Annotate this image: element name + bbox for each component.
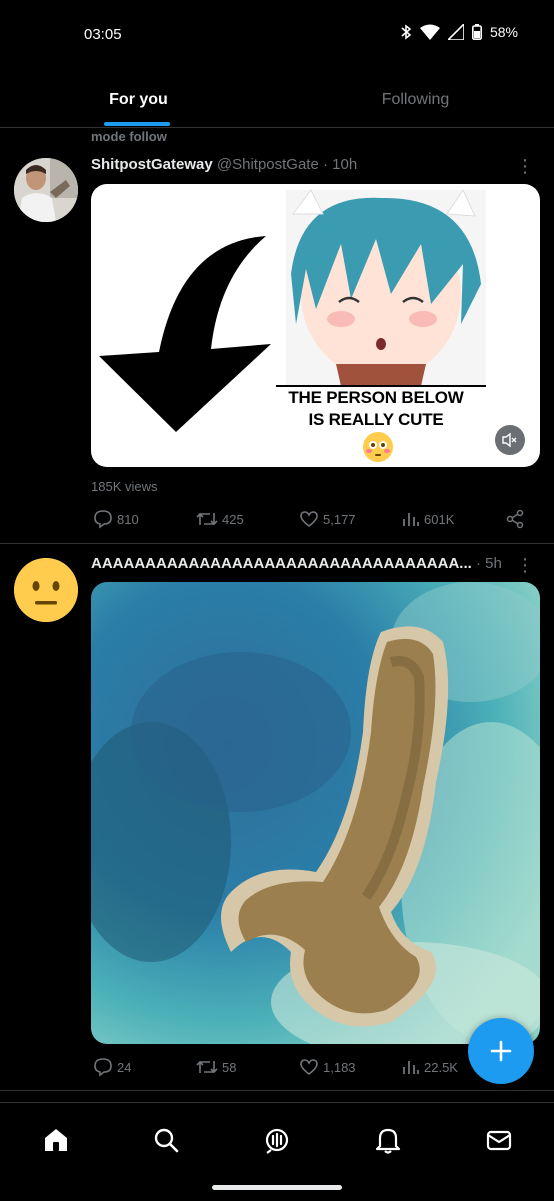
- repost-count: 425: [222, 511, 244, 527]
- status-time: 03:05: [84, 26, 122, 43]
- post[interactable]: AAAAAAAAAAAAAAAAAAAAAAAAAAAAAAAAAA... · …: [0, 544, 554, 1091]
- reply-button[interactable]: 810: [93, 509, 139, 529]
- neutral-face-emoji-icon: [14, 558, 78, 622]
- avatar[interactable]: [14, 158, 78, 222]
- meme-caption-line: THE PERSON BELOW: [288, 388, 464, 407]
- author-name[interactable]: AAAAAAAAAAAAAAAAAAAAAAAAAAAAAAAAAA...: [91, 555, 472, 572]
- like-count: 1,183: [323, 1059, 356, 1075]
- view-count: 185K views: [91, 479, 158, 494]
- gesture-bar: [212, 1185, 342, 1190]
- reply-count: 810: [117, 511, 139, 527]
- author-handle[interactable]: @ShitpostGate: [217, 156, 319, 173]
- analytics-icon: [403, 513, 419, 526]
- meme-caption: THE PERSON BELOW IS REALLY CUTE: [271, 387, 481, 431]
- tab-for-you[interactable]: For you: [0, 72, 277, 127]
- views-button[interactable]: 22.5K: [402, 1057, 458, 1077]
- post-header: ShitpostGateway @ShitpostGate · 10h: [91, 156, 357, 173]
- messages-icon[interactable]: [484, 1125, 514, 1155]
- views-button[interactable]: 601K: [402, 509, 454, 529]
- status-icons: 58%: [400, 24, 518, 40]
- post-time: · 5h: [475, 555, 502, 572]
- spaces-icon[interactable]: [262, 1125, 292, 1155]
- author-name[interactable]: ShitpostGateway: [91, 156, 213, 173]
- search-icon[interactable]: [151, 1125, 181, 1155]
- satellite-island-image: [91, 582, 540, 1044]
- post-actions: 24 58 1,183 22.5K: [91, 1057, 531, 1081]
- status-bar: 03:05 58%: [0, 0, 554, 70]
- reply-icon: [94, 1058, 112, 1077]
- views-count: 22.5K: [424, 1059, 458, 1075]
- compose-button[interactable]: [468, 1018, 534, 1084]
- notifications-icon[interactable]: [373, 1125, 403, 1155]
- post-header: AAAAAAAAAAAAAAAAAAAAAAAAAAAAAAAAAA... · …: [91, 555, 502, 572]
- signal-icon: [447, 24, 464, 40]
- reply-count: 24: [117, 1059, 132, 1075]
- tab-label: Following: [381, 90, 450, 108]
- battery-icon: [471, 24, 482, 40]
- home-icon[interactable]: [41, 1125, 71, 1155]
- analytics-icon: [403, 1061, 419, 1074]
- post-social-context: mode follow: [91, 129, 167, 144]
- repost-button[interactable]: 58: [196, 1057, 236, 1077]
- plus-icon: [490, 1040, 512, 1062]
- bottom-navigation: [0, 1102, 554, 1201]
- post-time: · 10h: [323, 156, 358, 173]
- share-button[interactable]: [505, 509, 525, 529]
- meme-caption-line: IS REALLY CUTE: [308, 410, 444, 429]
- repost-icon: [196, 1060, 218, 1074]
- avatar[interactable]: [14, 558, 78, 622]
- bluetooth-icon: [400, 24, 412, 40]
- share-icon: [506, 509, 524, 529]
- post[interactable]: mode follow ShitpostGateway @ShitpostGat…: [0, 127, 554, 544]
- post-media[interactable]: [91, 582, 540, 1044]
- repost-count: 58: [222, 1059, 237, 1075]
- views-count: 601K: [424, 511, 455, 527]
- wifi-icon: [419, 24, 440, 40]
- more-options-icon[interactable]: ⋮: [516, 157, 534, 175]
- muted-speaker-icon: [502, 432, 517, 448]
- post-actions: 810 425 5,177 601K: [91, 509, 531, 533]
- heart-icon: [300, 511, 318, 528]
- tab-following[interactable]: Following: [277, 72, 554, 127]
- repost-icon: [196, 512, 218, 526]
- like-button[interactable]: 1,183: [299, 1057, 356, 1077]
- flushed-emoji-icon: [363, 432, 393, 462]
- mute-toggle-button[interactable]: [495, 425, 525, 455]
- battery-level: 58%: [489, 24, 518, 40]
- heart-icon: [300, 1059, 318, 1076]
- like-button[interactable]: 5,177: [299, 509, 356, 529]
- reply-button[interactable]: 24: [93, 1057, 131, 1077]
- repost-button[interactable]: 425: [196, 509, 244, 529]
- post-media[interactable]: THE PERSON BELOW IS REALLY CUTE: [91, 184, 540, 467]
- reply-icon: [94, 510, 112, 529]
- more-options-icon[interactable]: ⋮: [516, 556, 534, 574]
- like-count: 5,177: [323, 511, 356, 527]
- active-tab-indicator: [104, 122, 170, 126]
- timeline-tabs: For you Following: [0, 72, 554, 128]
- tab-label: For you: [109, 90, 168, 108]
